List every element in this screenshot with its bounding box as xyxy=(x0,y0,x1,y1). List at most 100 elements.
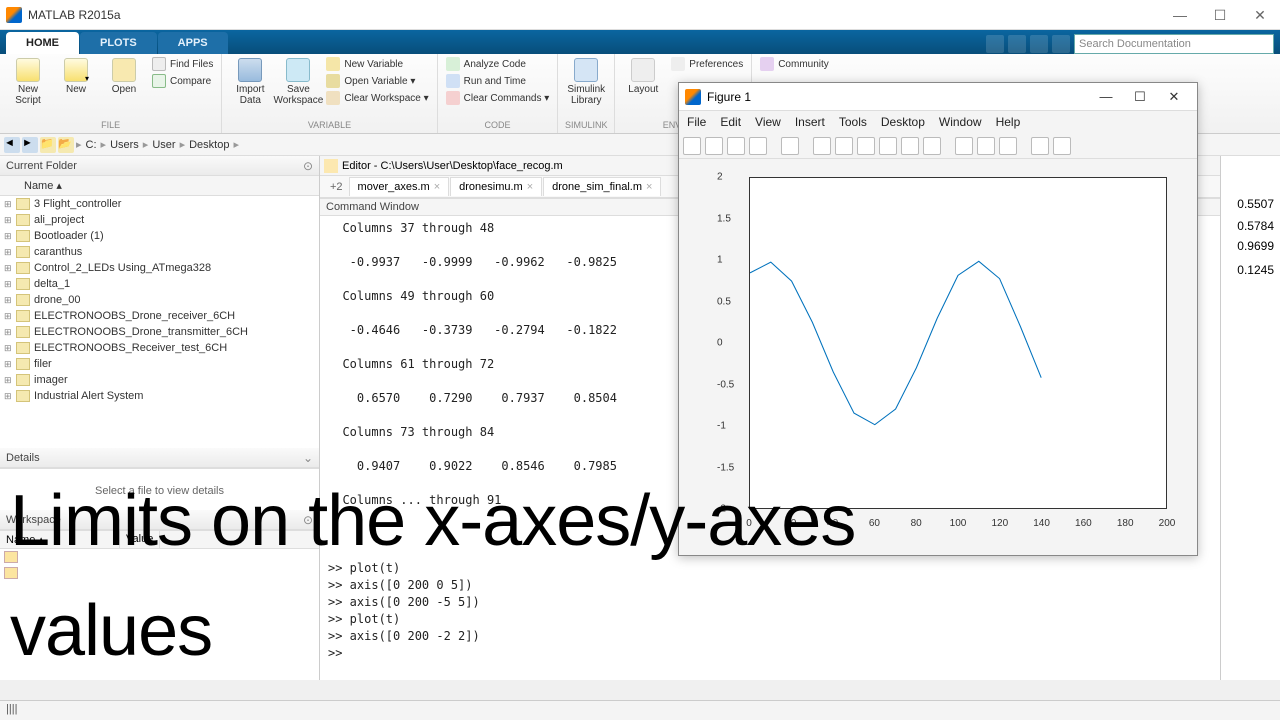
zoom-out-icon[interactable] xyxy=(835,137,853,155)
editor-tab[interactable]: mover_axes.m× xyxy=(349,177,450,196)
close-tab-icon[interactable]: × xyxy=(527,181,533,193)
editor-tab[interactable]: dronesimu.m× xyxy=(450,177,542,196)
analyze-code-button[interactable]: Analyze Code xyxy=(444,56,552,72)
print-icon[interactable] xyxy=(749,137,767,155)
ws-name-header[interactable]: Name ▴ xyxy=(0,531,120,548)
panel-menu-icon[interactable]: ⊙ xyxy=(303,159,313,173)
figure-minimize-button[interactable]: — xyxy=(1089,89,1123,104)
breadcrumb-item[interactable]: Users xyxy=(108,139,141,151)
file-row[interactable]: ⊞3 Flight_controller xyxy=(0,196,319,212)
figure-menu-item[interactable]: Tools xyxy=(839,115,867,129)
save-workspace-button[interactable]: Save Workspace xyxy=(276,56,320,106)
forward-icon[interactable]: ► xyxy=(22,137,38,153)
new-variable-button[interactable]: New Variable xyxy=(324,56,430,72)
maximize-button[interactable]: ☐ xyxy=(1200,0,1240,30)
workspace-row[interactable] xyxy=(0,565,319,581)
browse-icon[interactable]: 📂 xyxy=(58,137,74,153)
expand-icon[interactable]: ⊞ xyxy=(4,311,16,322)
legend-icon[interactable] xyxy=(999,137,1017,155)
save-icon[interactable] xyxy=(727,137,745,155)
compare-button[interactable]: Compare xyxy=(150,73,215,89)
file-row[interactable]: ⊞Bootloader (1) xyxy=(0,228,319,244)
colorbar-icon[interactable] xyxy=(977,137,995,155)
search-documentation-input[interactable]: Search Documentation xyxy=(1074,34,1274,54)
expand-icon[interactable]: ⊞ xyxy=(4,343,16,354)
figure-close-button[interactable]: ✕ xyxy=(1157,89,1191,105)
file-row[interactable]: ⊞caranthus xyxy=(0,244,319,260)
figure-menu-item[interactable]: Window xyxy=(939,115,982,129)
community-button[interactable]: Community xyxy=(758,56,831,72)
close-tab-icon[interactable]: × xyxy=(646,181,652,193)
tab-scroll-icon[interactable]: +2 xyxy=(324,181,349,193)
expand-icon[interactable]: ⊞ xyxy=(4,215,16,226)
expand-icon[interactable]: ⊞ xyxy=(4,295,16,306)
file-row[interactable]: ⊞drone_00 xyxy=(0,292,319,308)
show-tools-icon[interactable] xyxy=(1053,137,1071,155)
plot-axes[interactable] xyxy=(749,177,1167,509)
brush-icon[interactable] xyxy=(923,137,941,155)
close-button[interactable]: ✕ xyxy=(1240,0,1280,30)
import-data-button[interactable]: Import Data xyxy=(228,56,272,106)
ws-value-header[interactable]: Value xyxy=(120,531,160,548)
shortcut-icon[interactable] xyxy=(1030,35,1048,53)
figure-menu-item[interactable]: Edit xyxy=(720,115,741,129)
pan-icon[interactable] xyxy=(857,137,875,155)
open-icon[interactable] xyxy=(705,137,723,155)
file-row[interactable]: ⊞ELECTRONOOBS_Receiver_test_6CH xyxy=(0,340,319,356)
figure-menu-item[interactable]: Insert xyxy=(795,115,825,129)
expand-icon[interactable]: ⊞ xyxy=(4,199,16,210)
shortcut-icon[interactable] xyxy=(986,35,1004,53)
minimize-button[interactable]: — xyxy=(1160,0,1200,30)
help-icon[interactable] xyxy=(1052,35,1070,53)
clear-workspace-button[interactable]: Clear Workspace ▾ xyxy=(324,90,430,106)
rotate-icon[interactable] xyxy=(879,137,897,155)
expand-icon[interactable]: ⊞ xyxy=(4,263,16,274)
find-files-button[interactable]: Find Files xyxy=(150,56,215,72)
expand-icon[interactable]: ⊞ xyxy=(4,247,16,258)
new-button[interactable]: New xyxy=(54,56,98,95)
preferences-button[interactable]: Preferences xyxy=(669,56,745,72)
data-cursor-icon[interactable] xyxy=(901,137,919,155)
zoom-in-icon[interactable] xyxy=(813,137,831,155)
figure-window[interactable]: Figure 1 — ☐ ✕ File Edit View Insert Tools De… xyxy=(678,82,1198,556)
figure-menu-item[interactable]: Desktop xyxy=(881,115,925,129)
file-row[interactable]: ⊞filer xyxy=(0,356,319,372)
expand-icon[interactable]: ⌄ xyxy=(303,451,313,465)
name-column-header[interactable]: Name ▴ xyxy=(0,176,319,196)
figure-menu-item[interactable]: Help xyxy=(996,115,1021,129)
close-tab-icon[interactable]: × xyxy=(434,181,440,193)
breadcrumb-item[interactable]: Desktop xyxy=(187,139,231,151)
breadcrumb-drive[interactable]: C: xyxy=(84,139,99,151)
expand-icon[interactable]: ⊞ xyxy=(4,359,16,370)
run-and-time-button[interactable]: Run and Time xyxy=(444,73,552,89)
file-row[interactable]: ⊞ELECTRONOOBS_Drone_receiver_6CH xyxy=(0,308,319,324)
figure-titlebar[interactable]: Figure 1 — ☐ ✕ xyxy=(679,83,1197,111)
figure-maximize-button[interactable]: ☐ xyxy=(1123,89,1157,105)
tab-apps[interactable]: APPS xyxy=(158,32,228,54)
file-row[interactable]: ⊞Industrial Alert System xyxy=(0,388,319,404)
open-button[interactable]: Open xyxy=(102,56,146,95)
file-row[interactable]: ⊞ELECTRONOOBS_Drone_transmitter_6CH xyxy=(0,324,319,340)
layout-button[interactable]: Layout xyxy=(621,56,665,95)
simulink-library-button[interactable]: Simulink Library xyxy=(564,56,608,106)
new-figure-icon[interactable] xyxy=(683,137,701,155)
workspace-row[interactable] xyxy=(0,549,319,565)
pointer-icon[interactable] xyxy=(781,137,799,155)
file-row[interactable]: ⊞Control_2_LEDs Using_ATmega328 xyxy=(0,260,319,276)
file-row[interactable]: ⊞ali_project xyxy=(0,212,319,228)
breadcrumb-item[interactable]: User xyxy=(150,139,177,151)
clear-commands-button[interactable]: Clear Commands ▾ xyxy=(444,90,552,106)
link-icon[interactable] xyxy=(955,137,973,155)
panel-menu-icon[interactable]: ⊙ xyxy=(303,513,313,527)
figure-menu-item[interactable]: View xyxy=(755,115,781,129)
expand-icon[interactable]: ⊞ xyxy=(4,327,16,338)
editor-tab[interactable]: drone_sim_final.m× xyxy=(543,177,661,196)
shortcut-icon[interactable] xyxy=(1008,35,1026,53)
up-icon[interactable]: 📁 xyxy=(40,137,56,153)
tab-plots[interactable]: PLOTS xyxy=(80,32,157,54)
hide-tools-icon[interactable] xyxy=(1031,137,1049,155)
expand-icon[interactable]: ⊞ xyxy=(4,231,16,242)
figure-menu-item[interactable]: File xyxy=(687,115,706,129)
expand-icon[interactable]: ⊞ xyxy=(4,279,16,290)
expand-icon[interactable]: ⊞ xyxy=(4,391,16,402)
